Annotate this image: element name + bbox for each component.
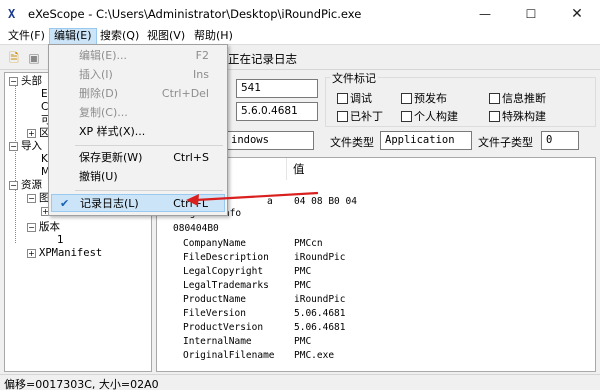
arrow-head-icon xyxy=(186,194,199,206)
arrow-shaft xyxy=(195,191,319,202)
annotation-arrow xyxy=(186,191,319,206)
